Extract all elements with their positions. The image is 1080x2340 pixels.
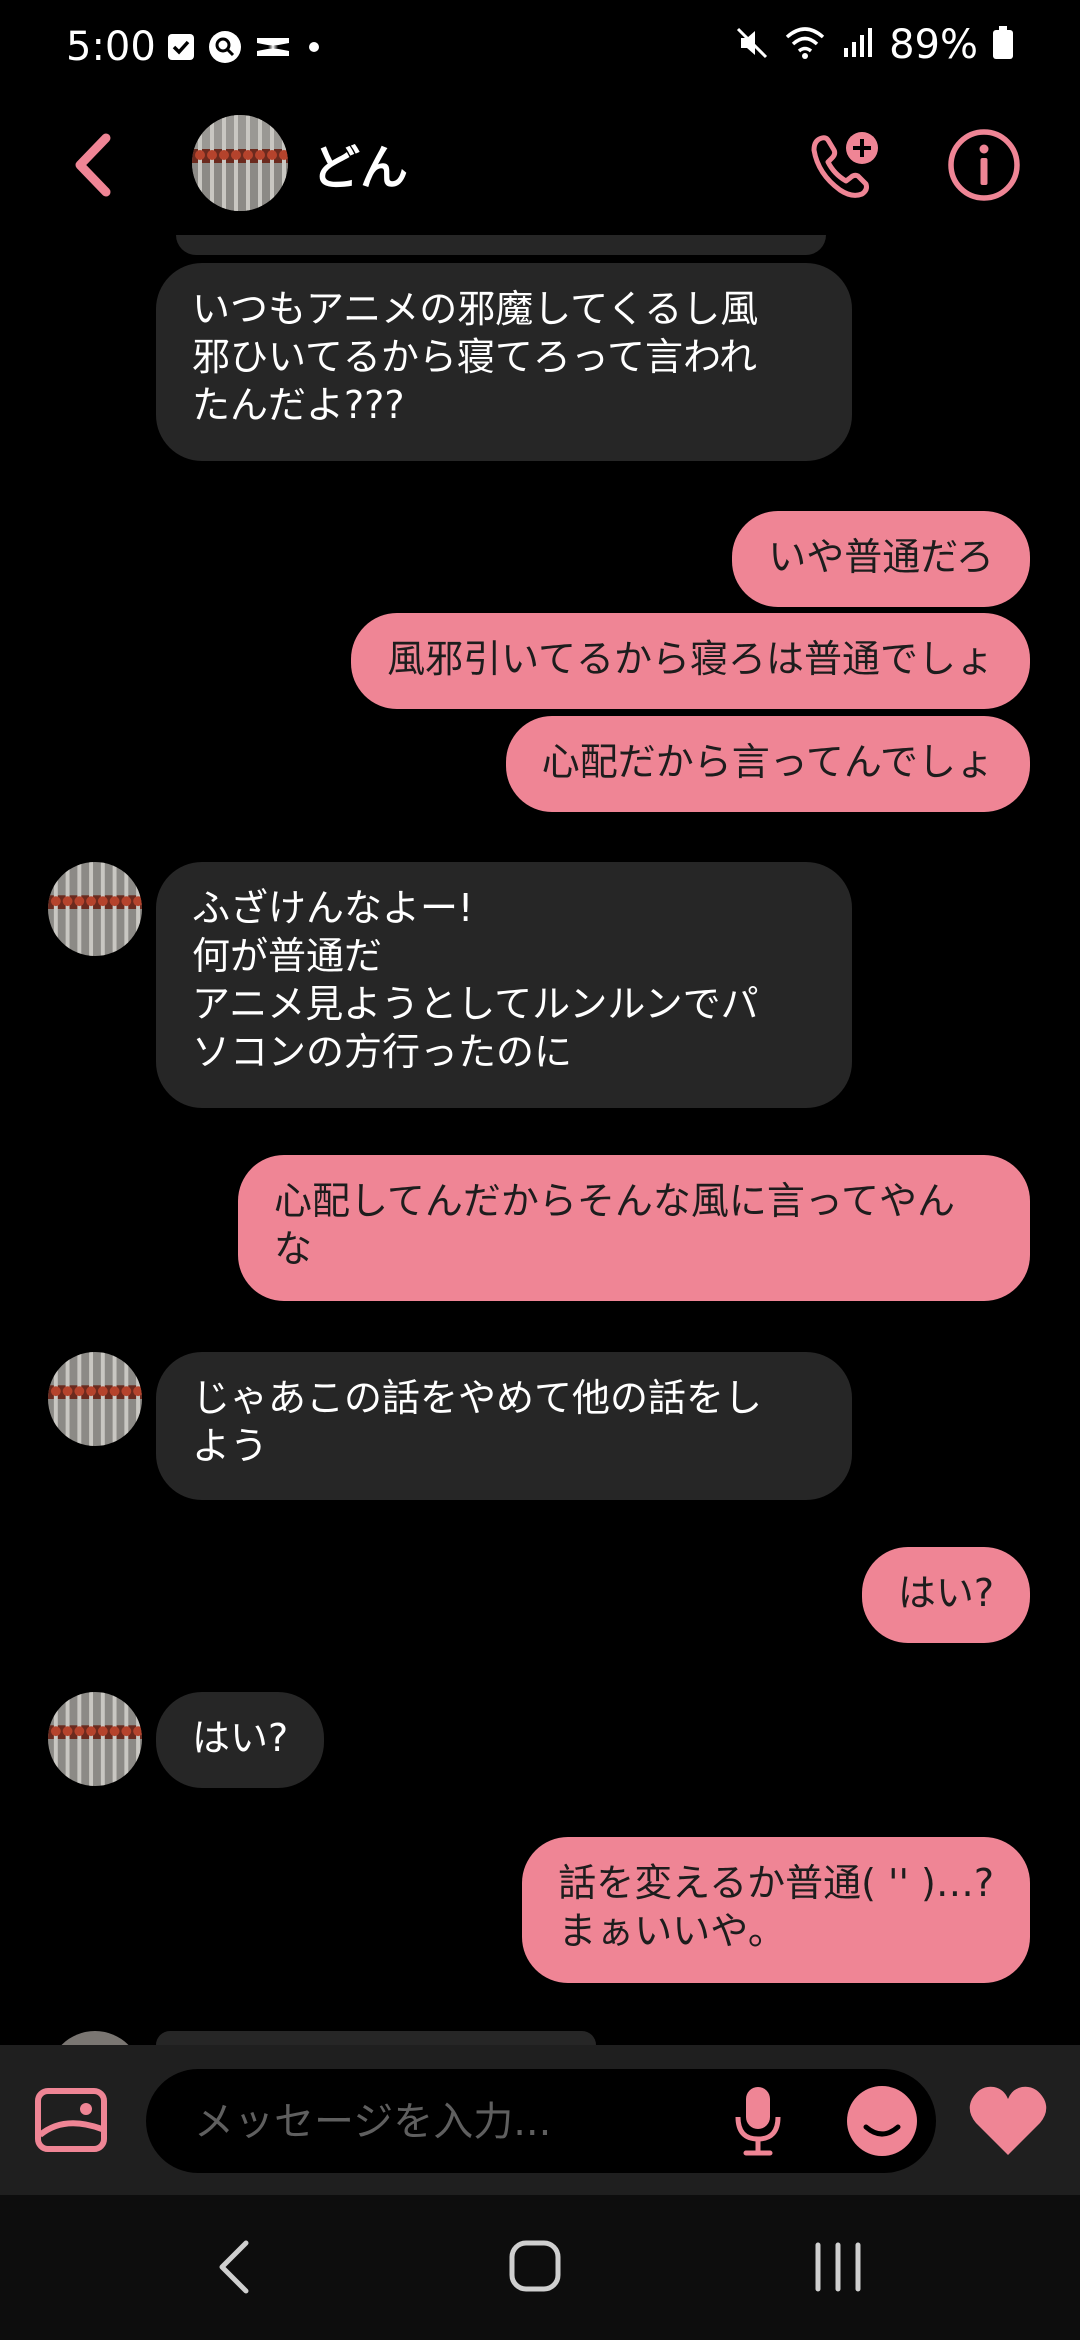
heart-icon	[969, 2086, 1047, 2155]
info-button[interactable]	[946, 127, 1022, 203]
search-notification-icon	[208, 30, 242, 68]
status-bar: 5:00 89%	[0, 0, 1080, 100]
contact-avatar[interactable]	[48, 1692, 142, 1786]
contact-avatar	[48, 2031, 142, 2045]
contact-avatar[interactable]	[192, 115, 288, 211]
message-composer	[0, 2045, 1080, 2195]
video-call-button[interactable]	[808, 128, 884, 204]
signal-icon	[841, 26, 875, 64]
incoming-message[interactable]: ふざけんなよー! 何が普通だ アニメ見ようとしてルンルンでパ ソコンの方行ったの…	[156, 862, 852, 1108]
mute-icon	[735, 26, 769, 64]
checkbox-notification-icon	[166, 32, 196, 66]
nav-recents-icon	[815, 2242, 861, 2292]
notification-icons	[166, 30, 324, 68]
outgoing-message[interactable]: いや普通だろ	[732, 511, 1030, 607]
contact-avatar[interactable]	[48, 862, 142, 956]
nav-back-icon	[219, 2240, 249, 2294]
outgoing-message[interactable]: はい?	[861, 1547, 1030, 1643]
next-message-bubble	[156, 2031, 596, 2045]
system-navigation-bar	[0, 2195, 1080, 2340]
wifi-icon	[783, 25, 827, 65]
nav-home-icon	[509, 2240, 561, 2292]
gallery-icon	[35, 2088, 107, 2152]
battery-icon	[992, 26, 1014, 64]
system-status-icons: 89%	[735, 22, 1014, 68]
back-button[interactable]	[62, 130, 126, 200]
status-time: 5:00	[66, 24, 156, 70]
message-list[interactable]: いつもアニメの邪魔してくるし風 邪ひいてるから寝てろって言われ たんだよ??? …	[0, 235, 1080, 2045]
contact-name[interactable]: どん	[312, 128, 408, 198]
emoji-icon	[847, 2086, 917, 2156]
mic-icon	[735, 2087, 781, 2156]
dot-icon	[304, 37, 324, 61]
emoji-button[interactable]	[846, 2085, 918, 2157]
outgoing-message[interactable]: 風邪引いてるから寝ろは普通でしょ	[351, 613, 1030, 709]
incoming-message[interactable]: いつもアニメの邪魔してくるし風 邪ひいてるから寝てろって言われ たんだよ???	[156, 263, 852, 461]
nav-back-button[interactable]	[210, 2237, 260, 2297]
voice-message-button[interactable]	[730, 2083, 786, 2159]
info-icon	[948, 129, 1020, 201]
previous-message-bubble	[176, 235, 826, 255]
gallery-button[interactable]	[34, 2087, 108, 2153]
video-call-add-icon	[811, 132, 878, 198]
incoming-message[interactable]: はい?	[156, 1692, 325, 1788]
outgoing-message[interactable]: 心配してんだからそんな風に言ってやん な	[238, 1155, 1030, 1301]
battery-percent: 89%	[889, 22, 978, 68]
nav-recents-button[interactable]	[810, 2241, 866, 2293]
outgoing-message[interactable]: 話を変えるか普通( '' )…? まぁいいや。	[522, 1837, 1030, 1983]
like-button[interactable]	[966, 2085, 1050, 2159]
nav-home-button[interactable]	[508, 2239, 562, 2293]
contact-avatar[interactable]	[48, 1352, 142, 1446]
back-arrow-icon	[75, 133, 111, 197]
capcut-notification-icon	[254, 32, 292, 66]
chat-header: どん	[0, 100, 1080, 235]
incoming-message[interactable]: じゃあこの話をやめて他の話をし よう	[156, 1352, 852, 1500]
outgoing-message[interactable]: 心配だから言ってんでしょ	[505, 716, 1030, 812]
message-input-container	[146, 2069, 936, 2175]
message-input[interactable]	[192, 2069, 716, 2175]
